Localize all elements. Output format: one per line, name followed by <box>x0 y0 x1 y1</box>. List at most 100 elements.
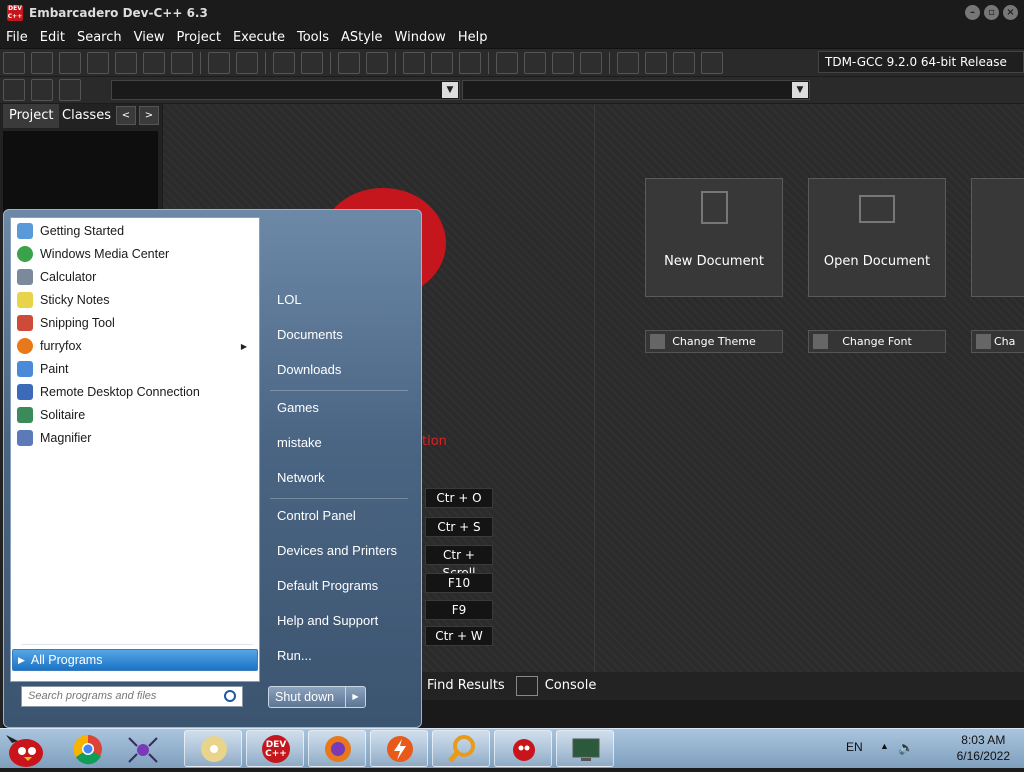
start-place-games[interactable]: Games <box>277 400 319 415</box>
menu-edit[interactable]: Edit <box>34 30 71 45</box>
chart-icon[interactable] <box>673 51 695 74</box>
undo-icon[interactable] <box>338 51 360 74</box>
start-place-run[interactable]: Run... <box>277 648 312 663</box>
replace-icon[interactable] <box>236 51 258 74</box>
print-icon[interactable] <box>171 51 193 74</box>
delete-icon[interactable] <box>701 51 723 74</box>
taskbar-firefox[interactable] <box>308 730 366 767</box>
taskbar-magnifier[interactable] <box>432 730 490 767</box>
tab-classes[interactable]: Classes <box>56 104 117 128</box>
insert-icon[interactable] <box>431 51 453 74</box>
prev-tab-button[interactable]: < <box>116 106 136 125</box>
compile-run-icon[interactable] <box>552 51 574 74</box>
taskbar-dvd[interactable] <box>184 730 242 767</box>
start-item-getting-started[interactable]: Getting Started <box>13 220 257 242</box>
chevron-down-icon[interactable]: ▼ <box>792 82 808 98</box>
start-item-furryfox[interactable]: furryfox ▶ <box>13 335 257 357</box>
taskbar-angry-birds[interactable] <box>494 730 552 767</box>
close-all-icon[interactable] <box>143 51 165 74</box>
menu-project[interactable]: Project <box>170 30 226 45</box>
unindent-icon[interactable] <box>301 51 323 74</box>
start-item-snipping-tool[interactable]: Snipping Tool <box>13 312 257 334</box>
calculator-icon <box>17 269 33 285</box>
class-combo[interactable]: ▼ <box>111 80 460 100</box>
next-tab-button[interactable]: > <box>139 106 159 125</box>
start-place-mistake[interactable]: mistake <box>277 435 322 450</box>
change-theme-button[interactable]: Change Theme <box>645 330 783 353</box>
show-hidden-icons-icon[interactable]: ▲ <box>880 741 889 751</box>
start-place-devices-printers[interactable]: Devices and Printers <box>277 543 397 558</box>
start-place-network[interactable]: Network <box>277 470 325 485</box>
bookmark-list-icon[interactable] <box>59 79 81 101</box>
new-file-icon[interactable] <box>3 51 25 74</box>
new-document-tile[interactable]: New Document <box>645 178 783 297</box>
save-icon[interactable] <box>59 51 81 74</box>
menu-astyle[interactable]: AStyle <box>335 30 389 45</box>
redo-icon[interactable] <box>366 51 388 74</box>
run-icon[interactable] <box>524 51 546 74</box>
shutdown-options-icon[interactable]: ▶ <box>345 687 365 707</box>
taskbar-monitor-app[interactable] <box>556 730 614 767</box>
start-item-media-center[interactable]: Windows Media Center <box>13 243 257 265</box>
start-search-input[interactable]: Search programs and files <box>21 686 243 707</box>
member-combo[interactable]: ▼ <box>462 80 810 100</box>
stop-icon[interactable] <box>645 51 667 74</box>
menu-window[interactable]: Window <box>389 30 452 45</box>
close-file-icon[interactable] <box>115 51 137 74</box>
start-place-control-panel[interactable]: Control Panel <box>277 508 356 523</box>
tab-console[interactable]: Console <box>538 672 604 700</box>
start-place-lol[interactable]: LOL <box>277 292 302 307</box>
volume-icon[interactable]: 🔈 <box>898 740 914 755</box>
start-button[interactable] <box>2 729 52 769</box>
compile-icon[interactable] <box>496 51 518 74</box>
search-icon[interactable] <box>224 690 236 702</box>
taskbar-bug-app[interactable] <box>125 730 161 767</box>
tab-find-results[interactable]: Find Results <box>420 672 512 700</box>
start-item-remote-desktop[interactable]: Remote Desktop Connection <box>13 381 257 403</box>
menu-help[interactable]: Help <box>452 30 494 45</box>
maximize-button[interactable]: ▫ <box>984 5 999 20</box>
goto-icon[interactable] <box>403 51 425 74</box>
tab-project[interactable]: Project <box>3 104 60 128</box>
rebuild-icon[interactable] <box>580 51 602 74</box>
open-document-tile[interactable]: Open Document <box>808 178 946 297</box>
shutdown-button[interactable]: Shut down ▶ <box>268 686 366 708</box>
start-place-downloads[interactable]: Downloads <box>277 362 341 377</box>
all-programs-label: All Programs <box>30 653 103 667</box>
start-item-calculator[interactable]: Calculator <box>13 266 257 288</box>
add-bookmark-icon[interactable] <box>3 79 25 101</box>
language-indicator[interactable]: EN <box>846 740 863 754</box>
taskbar-lightning-app[interactable] <box>370 730 428 767</box>
start-place-documents[interactable]: Documents <box>277 327 343 342</box>
chevron-down-icon[interactable]: ▼ <box>442 82 458 98</box>
find-icon[interactable] <box>208 51 230 74</box>
start-item-sticky-notes[interactable]: Sticky Notes <box>13 289 257 311</box>
close-button[interactable]: × <box>1003 5 1018 20</box>
menu-view[interactable]: View <box>128 30 171 45</box>
partial-tile[interactable] <box>971 178 1024 297</box>
all-programs-button[interactable]: ▶ All Programs <box>12 649 258 671</box>
open-file-icon[interactable] <box>31 51 53 74</box>
clock[interactable]: 8:03 AM 6/16/2022 <box>957 732 1010 764</box>
start-item-magnifier[interactable]: Magnifier <box>13 427 257 449</box>
menu-tools[interactable]: Tools <box>291 30 335 45</box>
change-font-button[interactable]: Change Font <box>808 330 946 353</box>
tile-label: New Document <box>664 254 764 269</box>
taskbar-devcpp[interactable]: DEV C++ <box>246 730 304 767</box>
indent-icon[interactable] <box>273 51 295 74</box>
partial-settings-button[interactable]: Cha <box>971 330 1024 353</box>
compiler-select[interactable]: TDM-GCC 9.2.0 64-bit Release <box>818 51 1024 73</box>
start-place-help-support[interactable]: Help and Support <box>277 613 378 628</box>
start-place-default-programs[interactable]: Default Programs <box>277 578 378 593</box>
save-all-icon[interactable] <box>87 51 109 74</box>
menu-file[interactable]: File <box>0 30 34 45</box>
menu-search[interactable]: Search <box>71 30 128 45</box>
menu-execute[interactable]: Execute <box>227 30 291 45</box>
bookmark-icon[interactable] <box>31 79 53 101</box>
start-item-paint[interactable]: Paint <box>13 358 257 380</box>
comment-icon[interactable] <box>459 51 481 74</box>
minimize-button[interactable]: – <box>965 5 980 20</box>
start-item-solitaire[interactable]: Solitaire <box>13 404 257 426</box>
check-icon[interactable] <box>617 51 639 74</box>
taskbar-chrome[interactable] <box>70 730 106 767</box>
